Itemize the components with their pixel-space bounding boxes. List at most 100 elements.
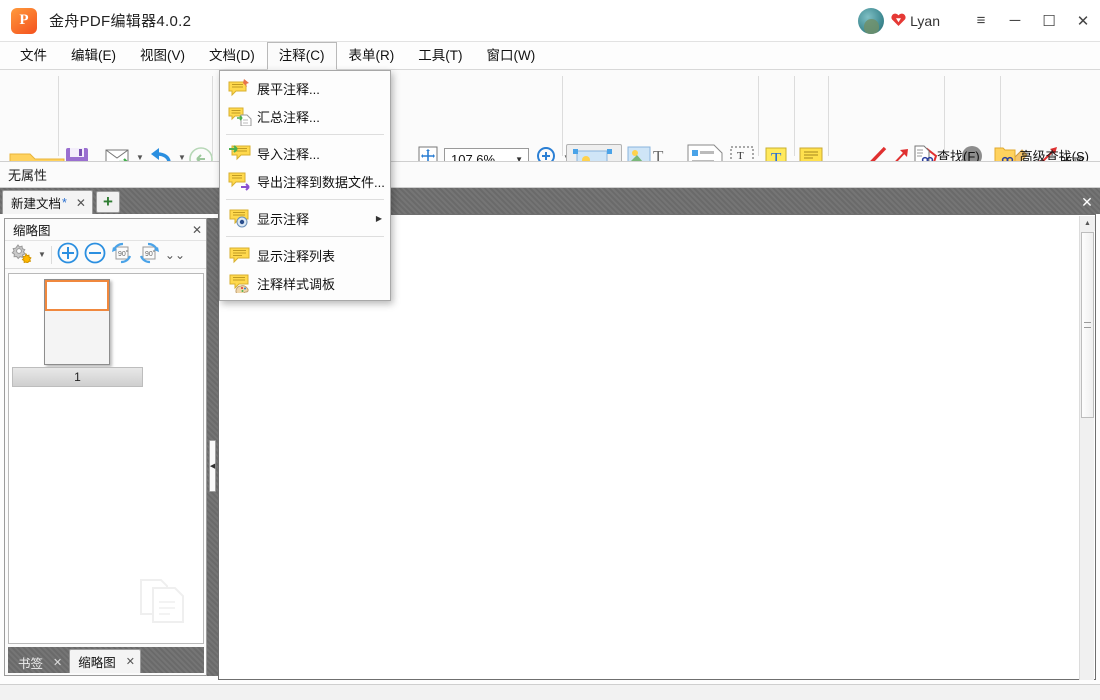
close-all-tabs-button[interactable]: ✕ xyxy=(1078,194,1096,211)
edit-text-block-button[interactable]: T xyxy=(730,146,754,161)
panel-tab-thumbnails-close-icon[interactable]: ✕ xyxy=(126,655,135,668)
menu-item-comment-style-palette[interactable]: 注释样式调板 xyxy=(220,269,390,297)
close-button[interactable]: ✕ xyxy=(1066,0,1100,42)
menu-item-show-comment[interactable]: 显示注释 ▶ xyxy=(220,204,390,232)
menu-view[interactable]: 视图(V) xyxy=(128,42,197,70)
sticky-note-button[interactable] xyxy=(798,146,824,161)
app-title: 金舟PDF编辑器4.0.2 xyxy=(49,13,192,30)
fit-page-button[interactable] xyxy=(418,146,438,161)
flatten-comment-icon xyxy=(228,78,252,98)
export-comment-icon xyxy=(228,171,252,191)
undo-arrow-icon xyxy=(151,148,171,161)
thumbnail-panel-title: 缩略图 xyxy=(13,224,51,238)
advanced-find-button[interactable]: 高级查找(S) xyxy=(989,142,1094,161)
menu-item-import-comment[interactable]: 导入注释... xyxy=(220,139,390,167)
menu-item-show-comment-label: 显示注释 xyxy=(257,211,310,227)
title-bar: P 金舟PDF编辑器4.0.2 Lyan ≡ ─ ☐ ✕ xyxy=(0,0,1100,42)
new-tab-button[interactable]: + xyxy=(95,191,120,213)
menu-bar: 文件 编辑(E) 视图(V) 文档(D) 注释(C) 表单(R) 工具(T) 窗… xyxy=(0,41,1100,70)
line-shape-icon xyxy=(870,146,887,161)
find-button[interactable]: 查找(F) xyxy=(908,142,985,162)
menu-item-comment-style-palette-label: 注释样式调板 xyxy=(257,276,336,292)
panel-tab-thumbnails[interactable]: 缩略图 ✕ xyxy=(69,649,141,673)
thumbnail-panel-close-icon[interactable]: ✕ xyxy=(192,223,202,237)
zoom-level-combo[interactable]: 107.6% ▼ xyxy=(444,148,529,162)
magnifier-plus-icon xyxy=(537,147,555,161)
panel-splitter[interactable]: ◀ xyxy=(207,218,218,676)
thumbnail-selection-highlight xyxy=(45,280,109,311)
menu-tools[interactable]: 工具(T) xyxy=(406,42,474,70)
scroll-up-arrow-icon[interactable]: ▲ xyxy=(1080,216,1095,231)
thumbnail-zoom-out-icon[interactable] xyxy=(84,242,106,267)
app-logo-icon: P xyxy=(11,7,37,34)
menu-item-export-comment-label: 导出注释到数据文件... xyxy=(257,174,385,190)
panel-tab-strip: 书签 ✕ 缩略图 ✕ xyxy=(8,647,204,673)
panel-tab-bookmarks-label: 书签 xyxy=(18,656,44,671)
panel-tab-bookmarks-close-icon[interactable]: ✕ xyxy=(53,656,62,669)
menu-item-export-comment[interactable]: 导出注释到数据文件... xyxy=(220,167,390,195)
avatar[interactable] xyxy=(858,7,885,34)
menu-edit[interactable]: 编辑(E) xyxy=(59,42,128,70)
svg-text:T: T xyxy=(771,149,782,162)
advanced-find-folder-icon xyxy=(994,147,1016,161)
menu-item-import-comment-label: 导入注释... xyxy=(257,146,320,162)
send-mail-button[interactable] xyxy=(105,146,133,161)
zoom-tool-button[interactable] xyxy=(536,146,560,161)
mail-send-icon xyxy=(105,149,129,161)
thumbnail-panel: 缩略图 ✕ ▼ 90˚ 90˚ ⌄⌄ 1 书签 ✕ 缩略图 ✕ xyxy=(4,218,207,676)
settings-gear-icon[interactable] xyxy=(11,243,33,266)
rotate-right-90-icon: 90˚ xyxy=(138,242,160,267)
thumbnail-item[interactable]: 1 xyxy=(12,277,143,388)
property-bar: 无属性 xyxy=(0,162,1100,188)
document-tab-label: 新建文档 xyxy=(11,197,62,211)
maximize-button[interactable]: ☐ xyxy=(1032,0,1066,42)
menu-item-summarize-comment[interactable]: 汇总注释... xyxy=(220,102,390,130)
highlight-text-button[interactable]: T xyxy=(764,146,788,162)
thumbnail-settings-caret-down-icon[interactable]: ▼ xyxy=(38,250,46,258)
menu-item-flatten-comment[interactable]: 展平注释... xyxy=(220,74,390,102)
save-button[interactable] xyxy=(64,146,90,161)
menu-file[interactable]: 文件 xyxy=(8,42,59,70)
menu-document[interactable]: 文档(D) xyxy=(197,42,267,70)
edit-content-button[interactable]: T 编辑内容 ▼ xyxy=(566,144,622,161)
submenu-chevron-right-icon[interactable]: ▶ xyxy=(376,214,382,223)
scrollbar-thumb[interactable] xyxy=(1081,232,1094,418)
application-window: P 金舟PDF编辑器4.0.2 Lyan ≡ ─ ☐ ✕ 文件 编辑(E) 视图… xyxy=(0,0,1100,700)
fit-page-icon xyxy=(418,146,438,161)
find-toolbar: 查找(F) 高级查找(S) xyxy=(908,142,1094,162)
menu-window[interactable]: 窗口(W) xyxy=(475,42,548,70)
undo-button[interactable] xyxy=(148,146,174,161)
document-tab-close-icon[interactable]: ✕ xyxy=(76,196,86,210)
line-tool-button[interactable]: 线条 xyxy=(832,144,894,161)
menu-form[interactable]: 表单(R) xyxy=(337,42,407,70)
chevron-double-down-icon[interactable]: ⌄⌄ xyxy=(165,248,185,262)
menu-item-show-comment-list[interactable]: 显示注释列表 xyxy=(220,241,390,269)
comment-style-palette-icon xyxy=(228,273,252,297)
hamburger-menu-icon[interactable]: ≡ xyxy=(964,0,998,42)
document-tab-strip: 新建文档 * ✕ + ✕ xyxy=(0,188,1100,214)
minimize-button[interactable]: ─ xyxy=(998,0,1032,42)
splitter-collapse-handle[interactable]: ◀ xyxy=(209,440,216,492)
rotate-left-90-icon: 90˚ xyxy=(111,242,133,267)
svg-text:90˚: 90˚ xyxy=(118,250,128,258)
back-arrow-icon xyxy=(189,147,213,161)
zoom-chevron-down-icon[interactable]: ▼ xyxy=(515,155,523,162)
menu-comment[interactable]: 注释(C) xyxy=(266,41,337,70)
property-bar-text: 无属性 xyxy=(8,168,48,183)
document-tab-dirty-marker: * xyxy=(62,195,67,210)
document-vertical-scrollbar[interactable]: ▲ xyxy=(1079,216,1095,680)
edit-form-button[interactable]: 编辑表单 xyxy=(676,144,738,161)
thumbnail-zoom-in-icon[interactable] xyxy=(57,242,79,267)
highlight-icon: T xyxy=(765,147,787,162)
mail-caret-down-icon[interactable]: ▼ xyxy=(136,154,144,162)
status-bar xyxy=(0,684,1100,700)
thumbnail-list[interactable]: 1 xyxy=(8,273,204,644)
find-label: 查找(F) xyxy=(937,148,980,162)
user-name[interactable]: Lyan xyxy=(910,13,940,29)
undo-caret-down-icon[interactable]: ▼ xyxy=(178,154,186,162)
panel-tab-bookmarks[interactable]: 书签 ✕ xyxy=(10,651,67,673)
add-button[interactable]: T 添加 ▼ xyxy=(626,144,674,161)
vip-heart-icon xyxy=(891,13,906,29)
document-tab[interactable]: 新建文档 * ✕ xyxy=(2,190,93,214)
thumbnail-page-preview xyxy=(44,279,110,365)
